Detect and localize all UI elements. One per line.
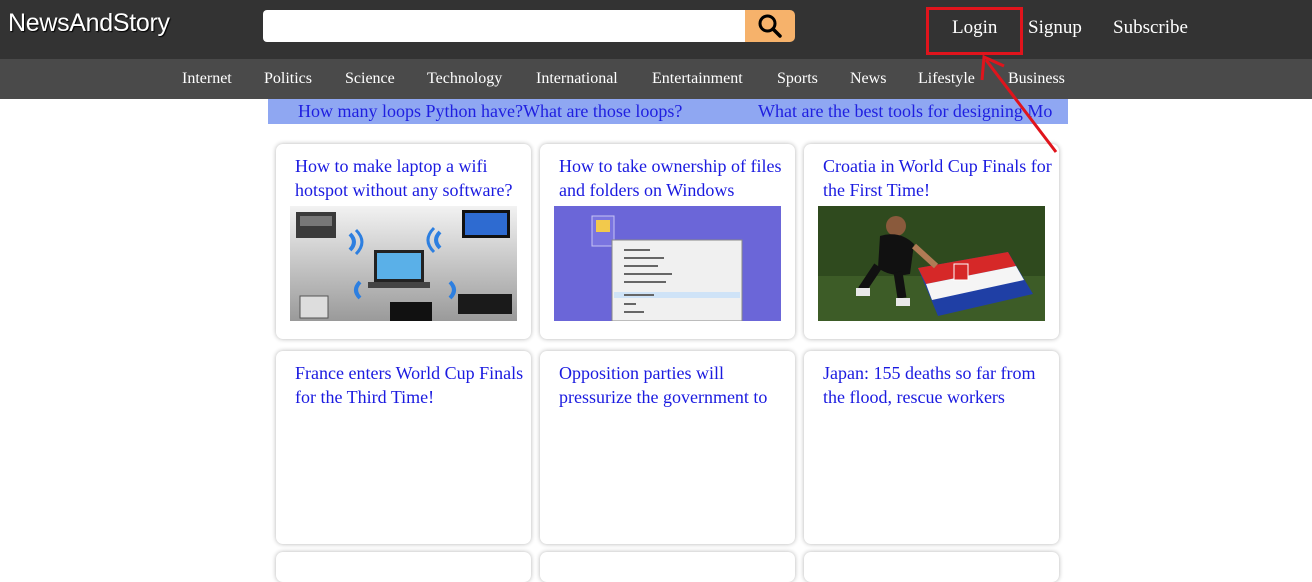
article-thumbnail[interactable] [554,206,781,321]
ticker-item[interactable]: How many loops Python have?What are thos… [298,101,682,122]
news-ticker: How many loops Python have?What are thos… [268,99,1068,124]
article-title[interactable]: How to take ownership of files and folde… [559,154,795,202]
article-card[interactable]: Japan: 155 deaths so far from the flood,… [804,351,1059,544]
nav-item-international[interactable]: International [536,70,618,88]
search-input[interactable] [263,10,746,42]
ticker-item[interactable]: What are the best tools for designing Mo [758,101,1052,122]
article-title[interactable]: Croatia in World Cup Finals for the Firs… [823,154,1059,202]
article-card[interactable]: How to take ownership of files and folde… [540,144,795,339]
login-link[interactable]: Login [952,17,997,39]
subscribe-link[interactable]: Subscribe [1113,17,1188,39]
signup-link[interactable]: Signup [1028,17,1082,39]
category-nav: Internet Politics Science Technology Int… [0,59,1312,99]
article-title[interactable]: Japan: 155 deaths so far from the flood,… [823,361,1059,409]
article-title[interactable]: How to make laptop a wifi hotspot withou… [295,154,531,202]
site-logo[interactable]: NewsAndStory [8,9,170,38]
article-title[interactable]: France enters World Cup Finals for the T… [295,361,531,409]
article-grid: How to make laptop a wifi hotspot withou… [268,124,1068,582]
article-card[interactable]: Opposition parties will pressurize the g… [540,351,795,544]
article-thumbnail[interactable] [290,206,517,321]
article-card[interactable]: Croatia in World Cup Finals for the Firs… [804,144,1059,339]
nav-item-lifestyle[interactable]: Lifestyle [918,70,975,88]
nav-item-news[interactable]: News [850,70,886,88]
article-card[interactable]: How to make laptop a wifi hotspot withou… [276,144,531,339]
wifi-devices-image [290,206,517,321]
nav-item-entertainment[interactable]: Entertainment [652,70,743,88]
croatia-flag-image [818,206,1045,321]
nav-item-politics[interactable]: Politics [264,70,312,88]
article-card[interactable]: France enters World Cup Finals for the T… [276,351,531,544]
nav-item-sports[interactable]: Sports [777,70,818,88]
nav-item-technology[interactable]: Technology [427,70,502,88]
windows-context-menu-image [554,206,781,321]
nav-item-science[interactable]: Science [345,70,395,88]
search-icon [758,14,782,38]
article-title[interactable]: Opposition parties will pressurize the g… [559,361,795,409]
article-card[interactable] [276,552,531,582]
article-card[interactable] [540,552,795,582]
nav-item-internet[interactable]: Internet [182,70,232,88]
article-thumbnail[interactable] [818,206,1045,321]
top-bar: NewsAndStory Login Signup Subscribe [0,0,1312,59]
nav-item-business[interactable]: Business [1008,70,1065,88]
search-button[interactable] [745,10,795,42]
article-card[interactable] [804,552,1059,582]
